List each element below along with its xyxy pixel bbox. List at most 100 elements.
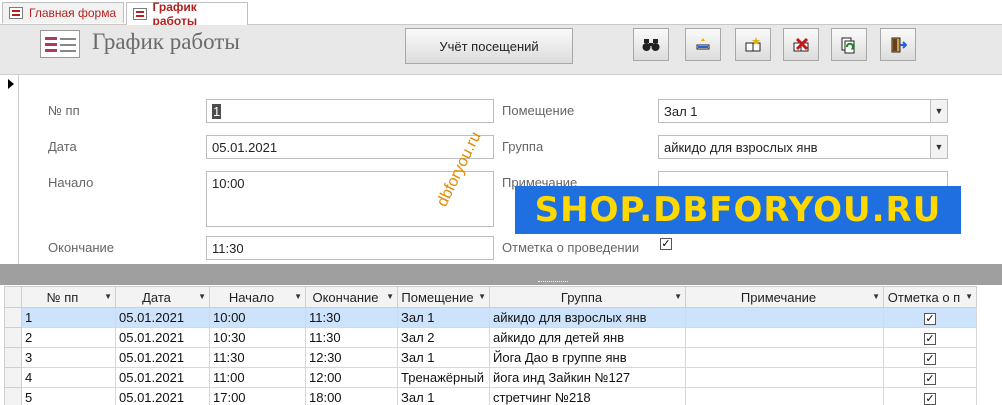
cell-date[interactable]: 05.01.2021: [115, 307, 210, 328]
cell-held[interactable]: ✓: [883, 367, 977, 388]
cell-end[interactable]: 12:00: [305, 367, 398, 388]
column-label: Отметка о п: [887, 289, 961, 305]
cell-note[interactable]: [685, 367, 884, 388]
cell-held[interactable]: ✓: [883, 347, 977, 368]
select-all-cell[interactable]: [4, 286, 22, 308]
schedule-datasheet: № пп ▼ Дата ▼ Начало ▼ Окончание ▼ Помещение…: [4, 286, 1002, 405]
table-row[interactable]: 3 05.01.2021 11:30 12:30 Зал 1 Йога Дао …: [4, 347, 977, 368]
cell-held[interactable]: ✓: [883, 327, 977, 348]
cell-date[interactable]: 05.01.2021: [115, 327, 210, 348]
cell-end[interactable]: 12:30: [305, 347, 398, 368]
cell-group[interactable]: айкидо для взрослых янв: [489, 307, 686, 328]
cell-end[interactable]: 11:30: [305, 327, 398, 348]
row-selector[interactable]: [4, 367, 22, 388]
held-checkbox[interactable]: ✓: [924, 352, 936, 365]
chevron-down-icon[interactable]: ▼: [930, 100, 947, 122]
table-row[interactable]: 2 05.01.2021 10:30 11:30 Зал 2 айкидо дл…: [4, 327, 977, 348]
visits-button[interactable]: Учёт посещений: [405, 28, 573, 64]
chevron-down-icon[interactable]: ▼: [930, 136, 947, 158]
cell-note[interactable]: [685, 307, 884, 328]
chevron-down-icon[interactable]: ▼: [965, 292, 973, 301]
row-selector[interactable]: [4, 387, 22, 405]
tab-label: График работы: [152, 0, 198, 28]
cell-note[interactable]: [685, 347, 884, 368]
cell-date[interactable]: 05.01.2021: [115, 387, 210, 405]
delete-record-button[interactable]: [783, 28, 819, 61]
exit-icon: [891, 37, 907, 52]
chevron-down-icon[interactable]: ▼: [198, 292, 206, 301]
column-header-num[interactable]: № пп ▼: [21, 286, 116, 308]
current-record-icon: [8, 79, 14, 89]
cell-date[interactable]: 05.01.2021: [115, 347, 210, 368]
record-selector[interactable]: [4, 75, 19, 265]
cell-start[interactable]: 10:00: [209, 307, 306, 328]
cell-start[interactable]: 11:00: [209, 367, 306, 388]
held-checkbox[interactable]: ✓: [660, 238, 672, 250]
cell-num[interactable]: 3: [21, 347, 116, 368]
column-header-held[interactable]: Отметка о п ▼: [883, 286, 977, 308]
table-row[interactable]: 1 05.01.2021 10:00 11:30 Зал 1 айкидо дл…: [4, 307, 977, 328]
cell-room[interactable]: Зал 1: [397, 387, 490, 405]
held-checkbox[interactable]: ✓: [924, 392, 936, 405]
cell-date[interactable]: 05.01.2021: [115, 367, 210, 388]
add-record-icon: [745, 36, 761, 51]
table-row[interactable]: 4 05.01.2021 11:00 12:00 Тренажёрный йог…: [4, 367, 977, 388]
refresh-button[interactable]: [831, 28, 867, 61]
split-form-divider[interactable]: [0, 264, 1002, 285]
chevron-down-icon[interactable]: ▼: [872, 292, 880, 301]
search-button[interactable]: [633, 28, 669, 61]
row-selector[interactable]: [4, 327, 22, 348]
cell-group[interactable]: айкидо для детей янв: [489, 327, 686, 348]
cell-group[interactable]: йога инд Зайкин №127: [489, 367, 686, 388]
column-header-date[interactable]: Дата ▼: [115, 286, 210, 308]
cell-room[interactable]: Тренажёрный: [397, 367, 490, 388]
date-field[interactable]: 05.01.2021: [206, 135, 494, 159]
cell-group[interactable]: стретчинг №218: [489, 387, 686, 405]
row-selector[interactable]: [4, 347, 22, 368]
chevron-down-icon[interactable]: ▼: [478, 292, 486, 301]
cell-held[interactable]: ✓: [883, 307, 977, 328]
edit-record-button[interactable]: [685, 28, 721, 61]
column-header-group[interactable]: Группа ▼: [489, 286, 686, 308]
held-checkbox[interactable]: ✓: [924, 372, 936, 385]
cell-room[interactable]: Зал 2: [397, 327, 490, 348]
table-row[interactable]: 5 05.01.2021 17:00 18:00 Зал 1 стретчинг…: [4, 387, 977, 405]
cell-end[interactable]: 11:30: [305, 307, 398, 328]
room-combobox[interactable]: Зал 1 ▼: [658, 99, 948, 123]
group-combobox[interactable]: айкидо для взрослых янв ▼: [658, 135, 948, 159]
cell-num[interactable]: 5: [21, 387, 116, 405]
num-field[interactable]: 1: [206, 99, 494, 123]
watermark-banner: SHOP.DBFORYOU.RU: [515, 186, 961, 234]
cell-note[interactable]: [685, 327, 884, 348]
end-field[interactable]: 11:30: [206, 236, 494, 260]
cell-held[interactable]: ✓: [883, 387, 977, 405]
cell-room[interactable]: Зал 1: [397, 347, 490, 368]
splitter-grip[interactable]: [538, 281, 568, 285]
exit-button[interactable]: [880, 28, 916, 61]
column-header-room[interactable]: Помещение ▼: [397, 286, 490, 308]
cell-num[interactable]: 1: [21, 307, 116, 328]
column-label: Примечание: [740, 289, 817, 305]
cell-start[interactable]: 11:30: [209, 347, 306, 368]
cell-num[interactable]: 2: [21, 327, 116, 348]
chevron-down-icon[interactable]: ▼: [294, 292, 302, 301]
cell-end[interactable]: 18:00: [305, 387, 398, 405]
held-checkbox[interactable]: ✓: [924, 312, 936, 325]
cell-room[interactable]: Зал 1: [397, 307, 490, 328]
held-checkbox[interactable]: ✓: [924, 332, 936, 345]
add-record-button[interactable]: [735, 28, 771, 61]
column-header-start[interactable]: Начало ▼: [209, 286, 306, 308]
row-selector[interactable]: [4, 307, 22, 328]
cell-start[interactable]: 17:00: [209, 387, 306, 405]
cell-num[interactable]: 4: [21, 367, 116, 388]
tab-main-form[interactable]: Главная форма: [2, 2, 124, 23]
cell-group[interactable]: Йога Дао в группе янв: [489, 347, 686, 368]
chevron-down-icon[interactable]: ▼: [386, 292, 394, 301]
column-header-note[interactable]: Примечание ▼: [685, 286, 884, 308]
chevron-down-icon[interactable]: ▼: [104, 292, 112, 301]
chevron-down-icon[interactable]: ▼: [674, 292, 682, 301]
tab-schedule[interactable]: График работы: [126, 0, 248, 28]
column-header-end[interactable]: Окончание ▼: [305, 286, 398, 308]
cell-start[interactable]: 10:30: [209, 327, 306, 348]
cell-note[interactable]: [685, 387, 884, 405]
